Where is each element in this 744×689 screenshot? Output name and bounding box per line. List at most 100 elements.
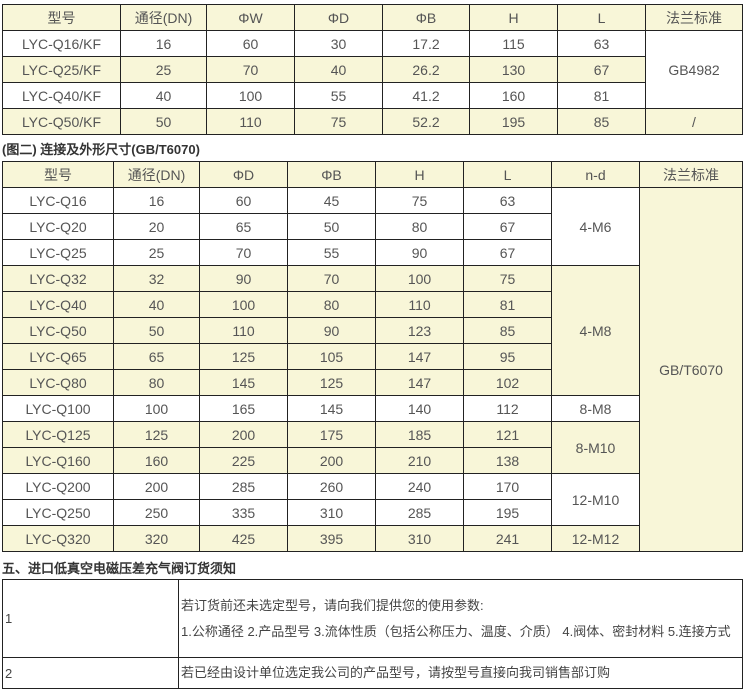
d-cell: 65 <box>199 213 288 240</box>
note-line: 1.公称通径 2.产品型号 3.流体性质（包括公称压力、温度、介质） 4.阀体、… <box>181 623 731 639</box>
b-cell: 17.2 <box>382 30 470 57</box>
d-cell: 125 <box>199 343 288 370</box>
table-row: LYC-Q200 200 285 260 240 170 12-M10 <box>2 473 743 526</box>
l-cell: 195 <box>463 499 552 526</box>
nd-cell: 4-M6 <box>551 187 640 266</box>
model-cell: LYC-Q80 <box>2 369 114 396</box>
header-cell: 型号 <box>2 4 121 31</box>
h-cell: 90 <box>375 239 464 266</box>
b-cell: 395 <box>287 525 376 552</box>
d-cell: 100 <box>199 291 288 318</box>
l-cell: 121 <box>463 421 552 448</box>
header-cell: H <box>469 4 558 31</box>
header-cell: ΦB <box>382 4 470 31</box>
nd-cell: 8-M10 <box>551 421 640 474</box>
h-cell: 210 <box>375 447 464 474</box>
h-cell: 123 <box>375 317 464 344</box>
header-cell: ΦD <box>199 161 288 188</box>
table-row: LYC-Q32 32 90 70 100 75 4-M8 <box>2 265 743 396</box>
w-cell: 100 <box>206 82 295 109</box>
note-text: 若订货前还未选定型号，请向我们提供您的使用参数: 1.公称通径 2.产品型号 3… <box>178 579 743 658</box>
h-cell: 100 <box>375 265 464 292</box>
header-cell: 通径(DN) <box>120 4 207 31</box>
table-row: LYC-Q16 16 60 45 75 63 4-M6 GB/T6070 <box>2 187 743 552</box>
l-cell: 170 <box>463 473 552 500</box>
dn-cell: 32 <box>113 265 200 292</box>
dn-cell: 40 <box>120 82 207 109</box>
l-cell: 75 <box>463 265 552 292</box>
model-cell: LYC-Q20 <box>2 213 114 240</box>
table-row: LYC-Q40/KF 40 100 55 41.2 160 81 <box>2 82 743 109</box>
h-cell: 195 <box>469 108 558 135</box>
table-row: LYC-Q320 320 425 395 310 241 12-M12 <box>2 525 743 552</box>
h-cell: 147 <box>375 369 464 396</box>
model-cell: LYC-Q16 <box>2 187 114 214</box>
model-cell: LYC-Q320 <box>2 525 114 552</box>
header-cell: n-d <box>551 161 640 188</box>
table-row: LYC-Q16/KF 16 60 30 17.2 115 63 GB4982 <box>2 30 743 109</box>
b-cell: 70 <box>287 265 376 292</box>
ordering-notes-table: 1 若订货前还未选定型号，请向我们提供您的使用参数: 1.公称通径 2.产品型号… <box>2 579 743 689</box>
table-header-row: 型号 通径(DN) ΦD ΦB H L n-d 法兰标准 <box>2 161 743 188</box>
dn-cell: 50 <box>113 317 200 344</box>
flange-standard-cell: GB4982 <box>645 30 743 109</box>
dn-cell: 40 <box>113 291 200 318</box>
d-cell: 40 <box>294 56 383 83</box>
l-cell: 85 <box>463 317 552 344</box>
l-cell: 81 <box>557 82 646 109</box>
d-cell: 425 <box>199 525 288 552</box>
h-cell: 185 <box>375 421 464 448</box>
h-cell: 147 <box>375 343 464 370</box>
dn-cell: 320 <box>113 525 200 552</box>
b-cell: 90 <box>287 317 376 344</box>
b-cell: 175 <box>287 421 376 448</box>
table-row: LYC-Q25/KF 25 70 40 26.2 130 67 <box>2 56 743 83</box>
l-cell: 81 <box>463 291 552 318</box>
table-row: 1 若订货前还未选定型号，请向我们提供您的使用参数: 1.公称通径 2.产品型号… <box>2 579 743 658</box>
d-cell: 75 <box>294 108 383 135</box>
model-cell: LYC-Q25 <box>2 239 114 266</box>
d-cell: 90 <box>199 265 288 292</box>
h-cell: 160 <box>469 82 558 109</box>
model-cell: LYC-Q50/KF <box>2 108 121 135</box>
dn-cell: 200 <box>113 473 200 500</box>
nd-cell: 4-M8 <box>551 265 640 396</box>
d-cell: 335 <box>199 499 288 526</box>
h-cell: 75 <box>375 187 464 214</box>
header-cell: ΦB <box>287 161 376 188</box>
b-cell: 45 <box>287 187 376 214</box>
b-cell: 55 <box>287 239 376 266</box>
flange-standard-cell: / <box>645 108 743 135</box>
d-cell: 285 <box>199 473 288 500</box>
h-cell: 310 <box>375 525 464 552</box>
b-cell: 145 <box>287 395 376 422</box>
table-header-row: 型号 通径(DN) ΦW ΦD ΦB H L 法兰标准 <box>2 4 743 31</box>
b-cell: 50 <box>287 213 376 240</box>
b-cell: 260 <box>287 473 376 500</box>
dimension-table-kf: 型号 通径(DN) ΦW ΦD ΦB H L 法兰标准 LYC-Q16/KF 1… <box>2 4 743 135</box>
nd-cell: 12-M10 <box>551 473 640 526</box>
model-cell: LYC-Q160 <box>2 447 114 474</box>
w-cell: 110 <box>206 108 295 135</box>
d-cell: 200 <box>199 421 288 448</box>
l-cell: 112 <box>463 395 552 422</box>
b-cell: 125 <box>287 369 376 396</box>
b-cell: 310 <box>287 499 376 526</box>
model-cell: LYC-Q100 <box>2 395 114 422</box>
dn-cell: 20 <box>113 213 200 240</box>
model-cell: LYC-Q40 <box>2 291 114 318</box>
note-line: 若已经由设计单位选定我公司的产品型号，请按型号直接向我司销售部订购 <box>181 665 611 680</box>
header-cell: H <box>375 161 464 188</box>
b-cell: 26.2 <box>382 56 470 83</box>
h-cell: 130 <box>469 56 558 83</box>
dn-cell: 16 <box>113 187 200 214</box>
header-cell: 法兰标准 <box>639 161 743 188</box>
l-cell: 102 <box>463 369 552 396</box>
l-cell: 67 <box>463 213 552 240</box>
table-row: LYC-Q100 100 165 145 140 112 8-M8 <box>2 395 743 422</box>
dn-cell: 100 <box>113 395 200 422</box>
table-row: LYC-Q125 125 200 175 185 121 8-M10 <box>2 421 743 474</box>
header-cell: 型号 <box>2 161 114 188</box>
dn-cell: 50 <box>120 108 207 135</box>
flange-standard-cell: GB/T6070 <box>639 187 743 552</box>
